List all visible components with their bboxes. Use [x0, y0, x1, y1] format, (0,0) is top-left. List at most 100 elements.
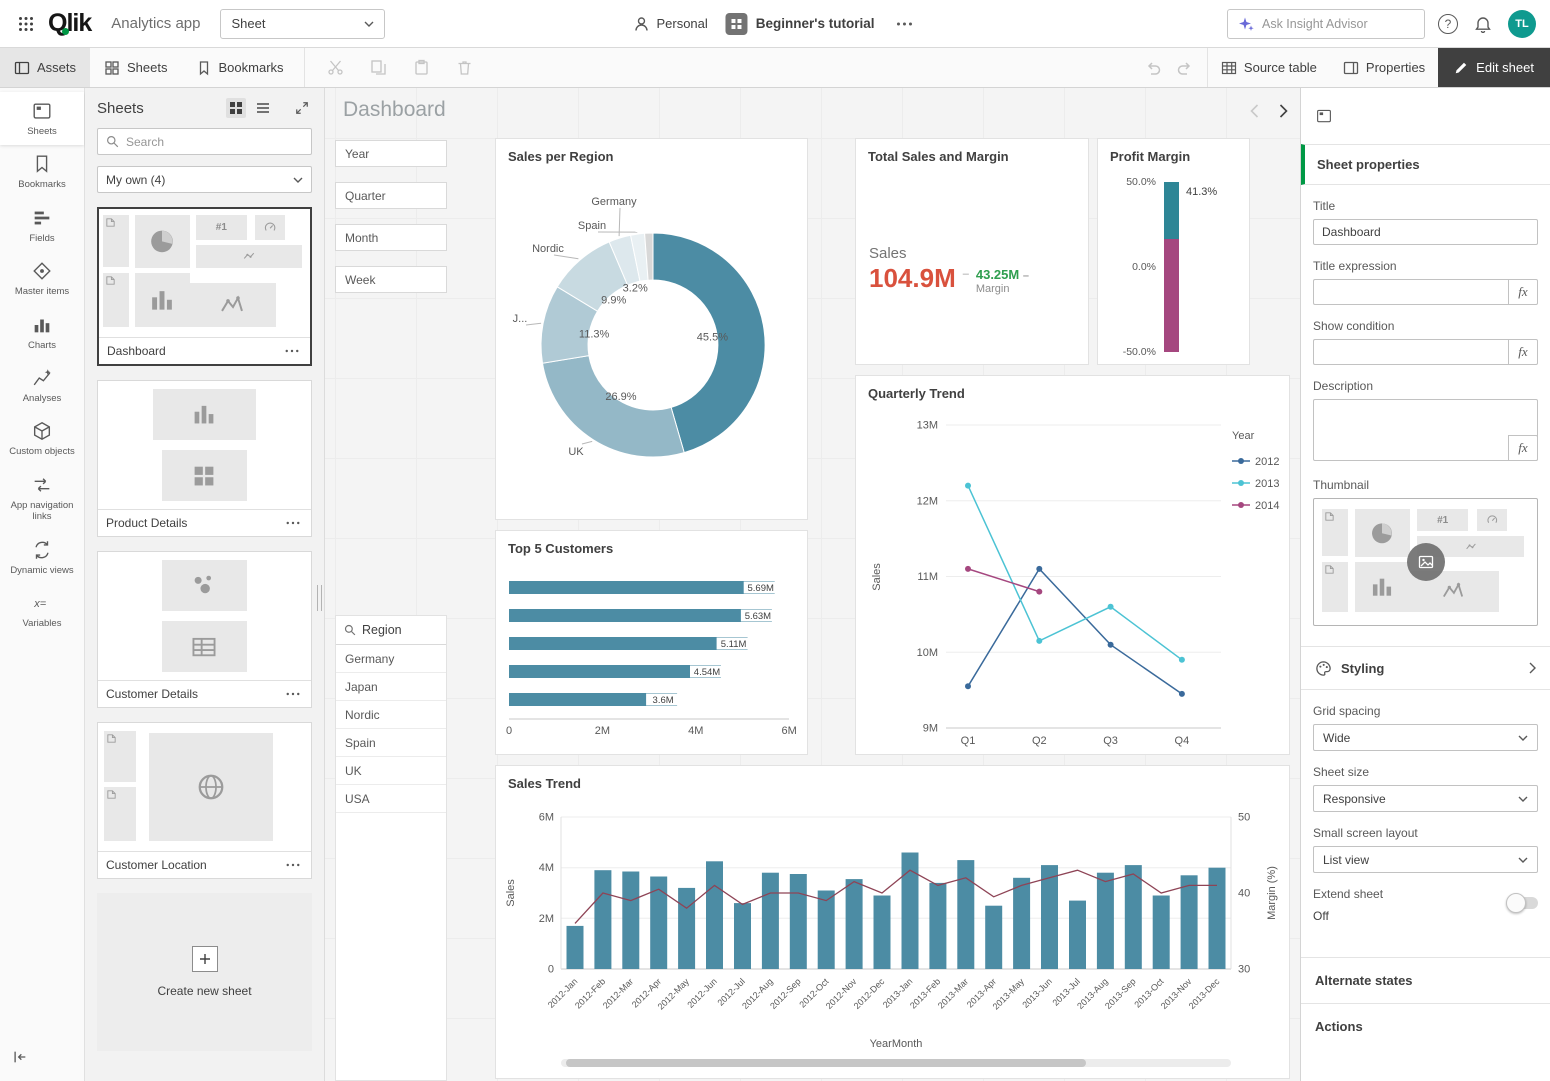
actions-section[interactable]: Actions — [1301, 1003, 1550, 1049]
rail-item-label: Master items — [15, 286, 69, 297]
undo-button[interactable] — [1139, 48, 1169, 87]
panel-resize-handle[interactable] — [317, 585, 322, 611]
rail-item-app-navigation-links[interactable]: App navigation links — [0, 466, 84, 531]
chart-quarterly-trend[interactable]: Quarterly Trend 9M10M11M12M13MQ1Q2Q3Q4Sa… — [855, 375, 1290, 755]
help-button[interactable]: ? — [1438, 14, 1458, 34]
change-image-button[interactable] — [1407, 543, 1445, 581]
copy-button[interactable] — [366, 55, 391, 80]
chart-sales-per-region[interactable]: Sales per Region 45.5%26.9%11.3%9.9%3.2%… — [495, 138, 808, 520]
sheet-card-product-details[interactable]: Product Details — [97, 380, 312, 537]
styling-section-button[interactable]: Styling — [1301, 646, 1550, 690]
pencil-icon — [1454, 61, 1468, 75]
qlik-logo[interactable]: Qlik — [48, 11, 99, 36]
svg-text:0: 0 — [506, 725, 512, 737]
tab-sheets[interactable]: Sheets — [90, 48, 181, 87]
sheet-card-customer-location[interactable]: Customer Location — [97, 722, 312, 879]
filter-week[interactable]: Week — [335, 266, 447, 293]
insight-advisor-search[interactable] — [1227, 9, 1425, 39]
svg-text:45.5%: 45.5% — [697, 332, 728, 344]
previous-sheet-chevron[interactable] — [1248, 102, 1261, 120]
delete-button[interactable] — [452, 55, 477, 80]
region-listbox-header[interactable]: Region — [336, 616, 446, 645]
filter-quarter[interactable]: Quarter — [335, 182, 447, 209]
insight-advisor-input[interactable] — [1262, 17, 1414, 31]
description-fx-button[interactable]: fx — [1508, 435, 1538, 461]
rail-item-charts[interactable]: Charts — [0, 306, 84, 359]
alternate-states-section[interactable]: Alternate states — [1301, 957, 1550, 1003]
tab-assets[interactable]: Assets — [0, 48, 90, 87]
description-textarea[interactable] — [1313, 399, 1538, 461]
user-avatar[interactable]: TL — [1508, 10, 1536, 38]
rail-item-sheets[interactable]: Sheets — [0, 92, 84, 145]
properties-button[interactable]: Properties — [1330, 48, 1438, 87]
region-item-germany[interactable]: Germany — [336, 645, 446, 673]
svg-text:10M: 10M — [917, 647, 938, 659]
rail-item-analyses[interactable]: Analyses — [0, 359, 84, 412]
sheets-filter-dropdown[interactable]: My own (4) — [97, 166, 312, 193]
sheet-card-menu-button[interactable] — [283, 689, 303, 699]
show-condition-input[interactable] — [1313, 339, 1508, 365]
region-item-spain[interactable]: Spain — [336, 729, 446, 757]
filter-month[interactable]: Month — [335, 224, 447, 251]
paste-button[interactable] — [409, 55, 434, 80]
svg-text:2014: 2014 — [1255, 500, 1279, 512]
chart-sales-trend[interactable]: Sales Trend 02M4M6M3040502012-Jan2012-Fe… — [495, 765, 1290, 1079]
title-expression-input[interactable] — [1313, 279, 1508, 305]
filter-region-listbox[interactable]: Region GermanyJapanNordicSpainUKUSA — [335, 615, 447, 1081]
chart-top5-customers[interactable]: Top 5 Customers 5.69M5.63M5.11M4.54M3.6M… — [495, 530, 808, 755]
grid-view-button[interactable] — [226, 98, 246, 118]
sheet-card-menu-button[interactable] — [283, 518, 303, 528]
edit-sheet-button[interactable]: Edit sheet — [1438, 48, 1550, 87]
sheet-card-menu-button[interactable] — [282, 346, 302, 356]
sheet-card-menu-button[interactable] — [283, 860, 303, 870]
top-bar: Qlik Analytics app Sheet Personal Beginn… — [0, 0, 1550, 48]
redo-button[interactable] — [1169, 48, 1199, 87]
rail-item-variables[interactable]: x=Variables — [0, 584, 84, 637]
rail-item-master-items[interactable]: Master items — [0, 252, 84, 305]
rail-item-dynamic-views[interactable]: Dynamic views — [0, 531, 84, 584]
sheet-card-list: #1DashboardProduct DetailsCustomer Detai… — [85, 197, 324, 1081]
small-screen-layout-select[interactable]: List view — [1313, 846, 1538, 873]
sheet-thumbnail — [98, 552, 311, 680]
sheets-search[interactable] — [97, 128, 312, 155]
app-name-label: Analytics app — [111, 15, 200, 32]
rail-item-custom-objects[interactable]: Custom objects — [0, 412, 84, 465]
title-input[interactable] — [1313, 219, 1538, 245]
tab-bookmarks[interactable]: Bookmarks — [182, 48, 298, 87]
region-item-usa[interactable]: USA — [336, 785, 446, 813]
grid-spacing-select[interactable]: Wide — [1313, 724, 1538, 751]
create-new-sheet-button[interactable]: Create new sheet — [97, 893, 312, 1051]
show-condition-fx-button[interactable]: fx — [1508, 339, 1538, 365]
cut-button[interactable] — [323, 55, 348, 80]
app-icon — [726, 13, 748, 35]
collapse-rail-button[interactable] — [0, 1043, 84, 1071]
rail-item-fields[interactable]: Fields — [0, 199, 84, 252]
list-view-button[interactable] — [253, 98, 273, 118]
title-expression-fx-button[interactable]: fx — [1508, 279, 1538, 305]
expand-panel-button[interactable] — [292, 98, 312, 118]
region-item-nordic[interactable]: Nordic — [336, 701, 446, 729]
thumbnail-preview[interactable]: #1 — [1313, 498, 1538, 626]
source-table-button[interactable]: Source table — [1208, 48, 1330, 87]
region-item-uk[interactable]: UK — [336, 757, 446, 785]
filter-year[interactable]: Year — [335, 140, 447, 167]
thumbnail-label: Thumbnail — [1313, 478, 1538, 492]
expand-icon — [295, 101, 309, 115]
personal-space-menu[interactable]: Personal — [633, 16, 707, 32]
sheet-card-dashboard[interactable]: #1Dashboard — [97, 207, 312, 366]
notifications-button[interactable] — [1471, 11, 1495, 37]
sheet-nav-dropdown[interactable]: Sheet — [220, 9, 385, 39]
app-switcher-button[interactable] — [14, 12, 38, 36]
extend-sheet-toggle[interactable] — [1508, 897, 1538, 909]
more-menu-button[interactable] — [893, 18, 917, 30]
region-item-japan[interactable]: Japan — [336, 673, 446, 701]
svg-text:2012-Jun: 2012-Jun — [685, 976, 719, 1010]
next-sheet-chevron[interactable] — [1277, 102, 1290, 120]
sheet-card-customer-details[interactable]: Customer Details — [97, 551, 312, 708]
chart-total-sales-margin[interactable]: Total Sales and Margin Sales 104.9M – 43… — [855, 138, 1089, 365]
sheets-search-input[interactable] — [126, 135, 303, 149]
rail-item-bookmarks[interactable]: Bookmarks — [0, 145, 84, 198]
app-title[interactable]: Beginner's tutorial — [726, 13, 875, 35]
sheet-size-select[interactable]: Responsive — [1313, 785, 1538, 812]
chart-profit-margin[interactable]: Profit Margin 50.0% 0.0% -50.0% 41.3% — [1097, 138, 1250, 365]
